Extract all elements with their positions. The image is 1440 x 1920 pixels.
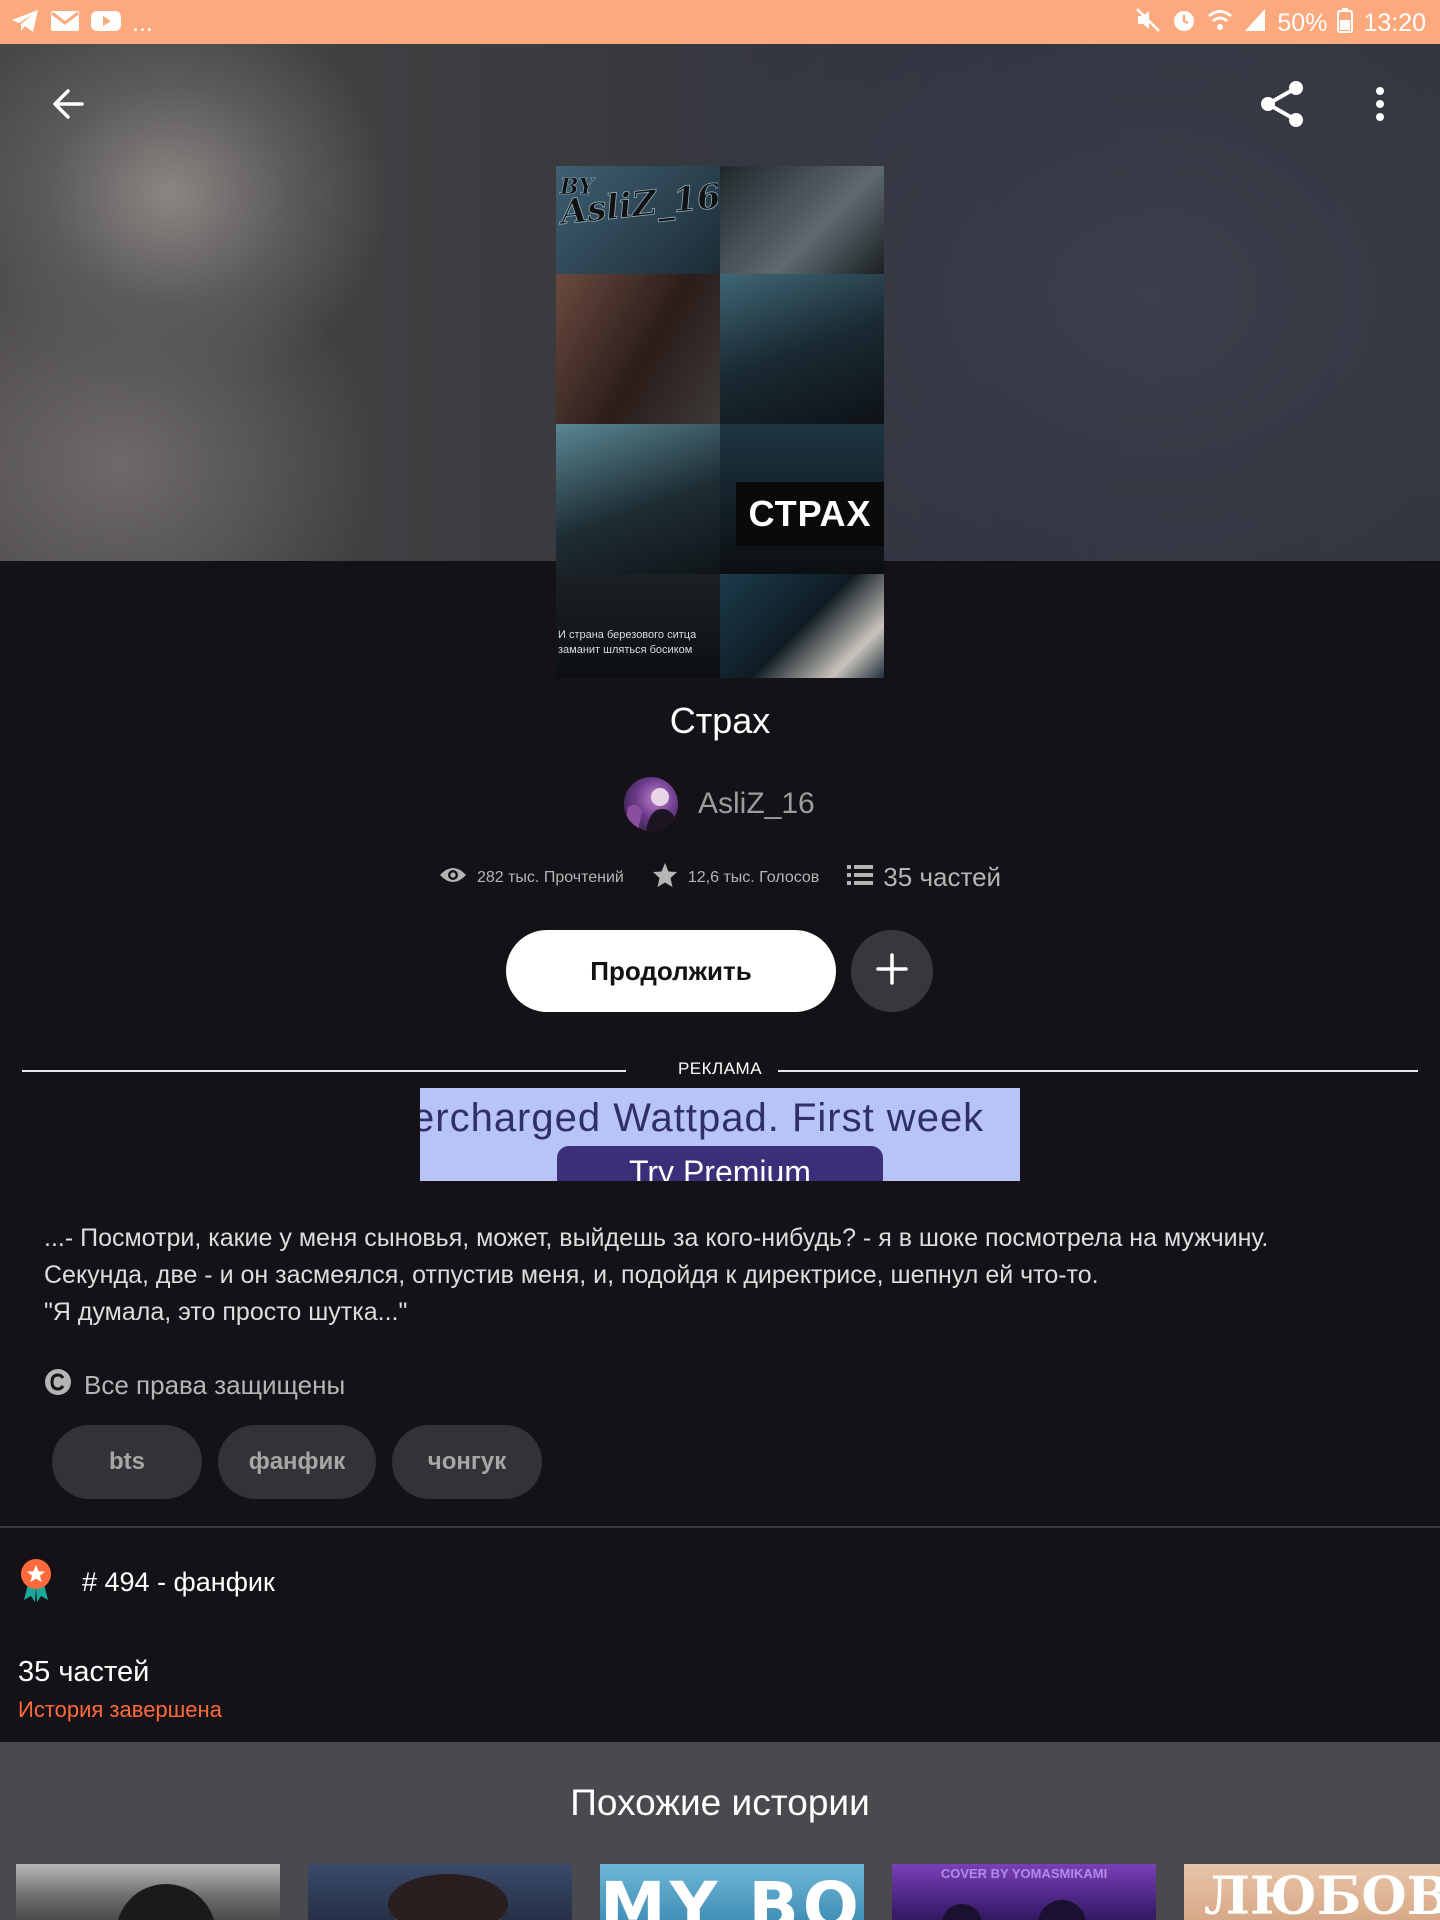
share-icon <box>1256 78 1308 135</box>
battery-percent: 50% <box>1277 9 1328 37</box>
cover-title-box: СТРАХ <box>736 482 884 546</box>
copyright-icon <box>44 1368 72 1403</box>
plus-icon <box>875 952 909 991</box>
author-avatar <box>624 777 678 831</box>
share-button[interactable] <box>1246 70 1318 142</box>
back-button[interactable] <box>32 70 104 142</box>
mute-icon <box>1135 7 1161 40</box>
parts-count[interactable]: 35 частей <box>18 1656 149 1689</box>
story-description: ...- Посмотри, какие у меня сыновья, мож… <box>44 1224 1269 1326</box>
author-link[interactable]: AsliZ_16 <box>624 776 815 832</box>
story-stats: 282 тыс. Прочтений 12,6 тыс. Голосов 35 … <box>0 862 1440 893</box>
cover-collage-tile <box>556 574 720 678</box>
ad-text: ercharged Wattpad. First week <box>420 1096 985 1140</box>
cover-collage-tile <box>720 166 884 274</box>
cover-title: СТРАХ <box>748 493 872 534</box>
similar-story-card[interactable]: ЛЮБОВЬ И <box>1184 1864 1440 1920</box>
star-icon <box>652 862 678 893</box>
mail-icon <box>50 9 80 38</box>
parts-stat: 35 частей <box>847 862 1001 893</box>
tag-chip[interactable]: чонгук <box>392 1425 542 1499</box>
similar-story-card[interactable] <box>308 1864 572 1920</box>
telegram-icon <box>10 8 40 39</box>
wifi-icon <box>1207 7 1233 40</box>
similar-story-card[interactable]: COVER BY YOMASMIKAMI <box>892 1864 1156 1920</box>
continue-reading-button[interactable]: Продолжить <box>506 930 836 1012</box>
votes-count: 12,6 тыс. Голосов <box>687 868 820 886</box>
tag-list: bts фанфик чонгук <box>52 1425 542 1499</box>
reads-stat: 282 тыс. Прочтений <box>439 865 624 890</box>
story-status: История завершена <box>18 1697 222 1722</box>
reads-count: 282 тыс. Прочтений <box>476 868 624 886</box>
cover-collage-tile <box>556 274 720 424</box>
parts-count-stat: 35 частей <box>883 862 1002 892</box>
ranking-badge-icon <box>18 1558 54 1607</box>
copyright-text: Все права защищены <box>84 1370 346 1400</box>
signal-icon <box>1243 7 1267 40</box>
similar-story-card[interactable] <box>16 1864 280 1920</box>
similar-stories-title: Похожие истории <box>570 1782 870 1823</box>
battery-icon <box>1337 7 1354 40</box>
arrow-left-icon <box>48 84 88 129</box>
notification-icons: ... <box>10 8 153 39</box>
more-vertical-icon <box>1374 86 1386 127</box>
clock: 13:20 <box>1363 9 1426 37</box>
eye-icon <box>439 865 467 890</box>
status-bar: ... 50% 13:20 <box>0 0 1440 44</box>
more-notifications: ... <box>132 9 153 37</box>
add-to-library-button[interactable] <box>851 930 933 1012</box>
try-premium-button[interactable]: Try Premium <box>557 1146 883 1181</box>
ad-label: РЕКЛАМА <box>677 1059 763 1078</box>
more-options-button[interactable] <box>1344 70 1416 142</box>
cover-watermark: BY AsliZ_16 <box>558 174 718 230</box>
ranking-row[interactable]: # 494 - фанфик <box>18 1558 275 1607</box>
ranking-text: # 494 - фанфик <box>82 1567 275 1597</box>
story-cover[interactable]: BY AsliZ_16 СТРАХ И страна березового си… <box>556 166 884 678</box>
author-name: AsliZ_16 <box>698 787 815 820</box>
similar-story-card[interactable]: MY BOS is <box>600 1864 864 1920</box>
cover-collage-tile <box>556 424 720 574</box>
section-divider <box>0 1526 1440 1528</box>
votes-stat: 12,6 тыс. Голосов <box>652 862 819 893</box>
tag-chip[interactable]: фанфик <box>218 1425 376 1499</box>
similar-stories-section: Похожие истории MY BOS is COVER BY YOMAS… <box>0 1742 1440 1920</box>
ad-banner[interactable]: ercharged Wattpad. First week Try Premiu… <box>420 1088 1020 1181</box>
alarm-icon <box>1171 7 1197 40</box>
story-title: Страх <box>669 700 771 741</box>
list-icon <box>847 864 874 891</box>
cover-caption: И страна березового ситца заманит шлятьс… <box>558 629 697 656</box>
cover-collage-tile <box>720 574 884 678</box>
youtube-icon <box>90 9 122 38</box>
cover-collage-tile <box>720 274 884 424</box>
copyright-notice: Все права защищены <box>44 1368 345 1403</box>
tag-chip[interactable]: bts <box>52 1425 202 1499</box>
system-icons: 50% 13:20 <box>1135 7 1426 40</box>
